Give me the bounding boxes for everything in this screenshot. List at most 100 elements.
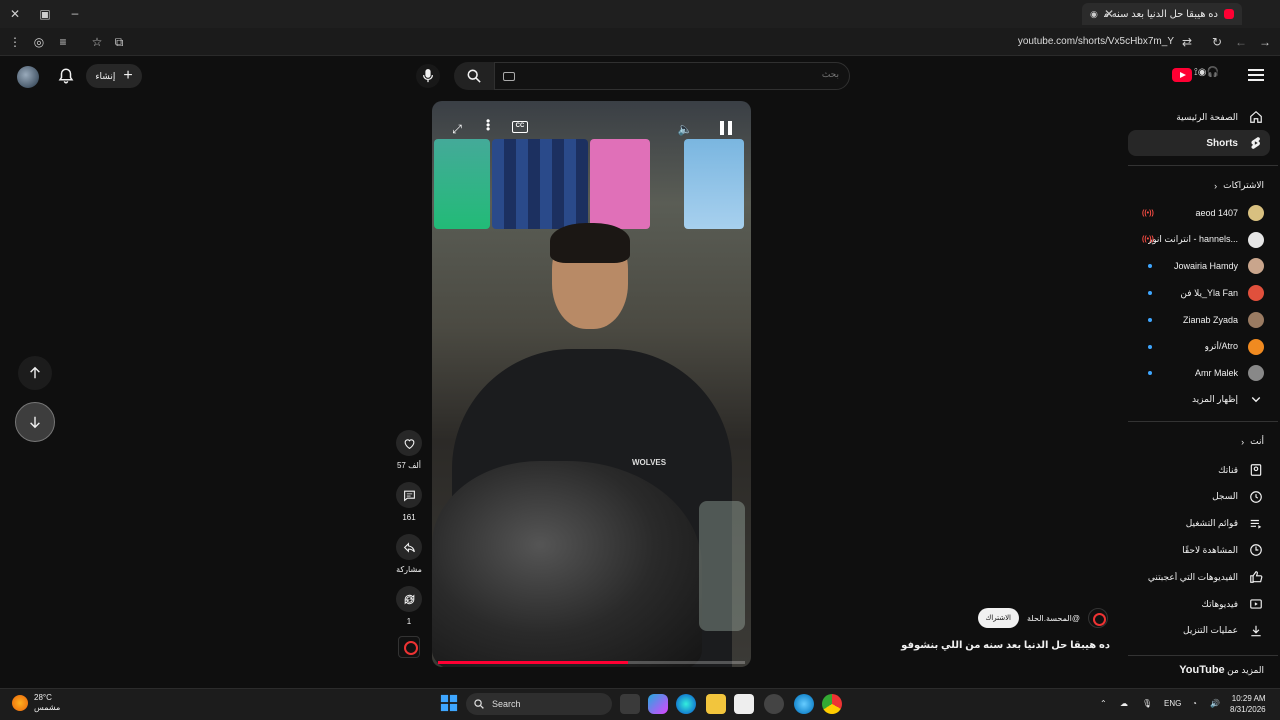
arrow-up-icon xyxy=(30,366,40,379)
captions-icon[interactable]: CC xyxy=(512,121,528,133)
sidebar-item-your-videos[interactable]: فيديوهاتك xyxy=(1128,591,1270,617)
heart-icon xyxy=(404,438,414,449)
browser-tab-bar: ✕ ▣ – + ده هيبقا حل الدنيا بعد سنه من ◉ … xyxy=(0,0,1280,28)
wifi-icon[interactable]: ◔ xyxy=(1192,699,1197,708)
channel-thumbnail[interactable] xyxy=(398,636,420,658)
store-icon[interactable] xyxy=(734,694,754,714)
search-input[interactable] xyxy=(539,69,839,79)
weather-description: مشمس xyxy=(34,703,61,712)
plus-icon: + xyxy=(123,67,133,84)
youtube-logo[interactable] xyxy=(1172,68,1192,82)
network-tray-icon[interactable]: ☁ xyxy=(1120,699,1128,708)
mic-tray-icon[interactable]: 🎙 xyxy=(1142,699,1152,708)
channel-handle[interactable]: @المحسة.الحلة xyxy=(1027,614,1080,623)
subscription-item[interactable]: Yla Fan_يلا فن xyxy=(1128,280,1270,306)
video-progress-bar[interactable] xyxy=(438,661,745,664)
profile-icon[interactable]: ◎ xyxy=(30,34,48,50)
subscription-name: Amr Malek xyxy=(1194,368,1238,379)
browser-menu-icon[interactable]: ⋮ xyxy=(6,34,24,50)
copilot-icon[interactable] xyxy=(648,694,668,714)
video-title[interactable]: ده هيبقا حل الدنيا بعد سنه من اللي بنشوف… xyxy=(900,640,1110,651)
url-text[interactable]: youtube.com/shorts/Vx5cHbx7m_Y xyxy=(1018,36,1174,47)
account-avatar[interactable] xyxy=(17,66,39,88)
subscription-item[interactable]: Jowairia Hamdy xyxy=(1128,253,1270,279)
close-tab-icon[interactable]: ✕ xyxy=(1100,6,1118,22)
file-explorer-icon[interactable] xyxy=(706,694,726,714)
you-header[interactable]: أنت ‹ xyxy=(1241,436,1264,447)
subscription-item[interactable]: ...hannels - انترانت انور ((•)) xyxy=(1128,227,1270,253)
weather-widget[interactable]: 28°C مشمس xyxy=(12,693,60,713)
keyboard-icon[interactable] xyxy=(503,72,515,81)
share-action[interactable]: مشاركة xyxy=(396,534,422,574)
subscribe-button[interactable]: الاشتراك xyxy=(977,608,1020,628)
remix-action[interactable]: 1 xyxy=(396,586,422,626)
chevron-left-icon: ‹ xyxy=(1214,180,1218,191)
notifications-bell-icon[interactable] xyxy=(57,67,75,85)
remix-count: 1 xyxy=(406,617,412,626)
like-count: 57 ألف xyxy=(396,461,422,470)
sidebar-item-channel[interactable]: قناتك xyxy=(1128,457,1270,483)
temperature: 28°C xyxy=(34,693,52,702)
like-action[interactable]: 57 ألف xyxy=(396,430,422,470)
install-app-icon[interactable]: ⧉ xyxy=(110,34,128,50)
progress-fill xyxy=(438,661,629,664)
live-indicator-icon: ((•)) xyxy=(1142,209,1154,217)
sidebar-item-watch-later[interactable]: المشاهدة لاحقًا xyxy=(1128,537,1270,563)
comment-button[interactable] xyxy=(396,482,422,508)
short-video-player[interactable]: WOLVES ⤢ • • • CC 🔈 xyxy=(432,101,751,667)
comment-action[interactable]: 161 xyxy=(396,482,422,522)
sidebar-item-home[interactable]: الصفحة الرئيسية xyxy=(1128,104,1270,130)
sidebar-item-shorts[interactable]: Shorts xyxy=(1128,130,1270,156)
subscription-item[interactable]: aeod 1407 ((•)) xyxy=(1128,200,1270,226)
previous-short-button[interactable] xyxy=(18,356,52,390)
telegram-icon[interactable] xyxy=(794,694,814,714)
minimize-window-icon[interactable]: – xyxy=(66,5,84,21)
system-clock[interactable]: 10:29 AM 8/31/2026 xyxy=(1230,693,1266,715)
sidebar-item-download[interactable]: عمليات التنزيل xyxy=(1128,618,1270,644)
start-windows-icon[interactable] xyxy=(440,694,460,714)
back-icon[interactable]: → xyxy=(1256,34,1274,50)
tab-audio-icon[interactable]: ◉ xyxy=(1090,9,1098,20)
search-button[interactable] xyxy=(454,62,494,90)
edge-icon[interactable] xyxy=(676,694,696,714)
create-button[interactable]: إنشاء + xyxy=(86,64,142,88)
tray-chevron-icon[interactable]: ⌃ xyxy=(1100,699,1107,708)
site-settings-icon[interactable]: ⇄ xyxy=(1178,34,1196,50)
liked-icon xyxy=(1248,569,1264,585)
subscription-item[interactable]: Atro/أترو xyxy=(1128,334,1270,360)
more-options-icon[interactable]: • • • xyxy=(486,115,490,135)
share-button[interactable] xyxy=(396,534,422,560)
chrome-icon[interactable] xyxy=(822,694,842,714)
voice-search-button[interactable] xyxy=(416,64,440,88)
show-more-button[interactable]: إظهار المزيد xyxy=(1128,386,1270,412)
remix-button[interactable] xyxy=(396,586,422,612)
reading-list-icon[interactable]: ≡ xyxy=(54,34,72,50)
pause-icon[interactable] xyxy=(720,121,732,135)
sidebar-item-playlists[interactable]: قوائم التشغيل xyxy=(1128,511,1270,537)
close-window-icon[interactable]: ✕ xyxy=(6,6,24,22)
subscription-item[interactable]: Zianab Zyada xyxy=(1128,307,1270,333)
settings-gear-icon[interactable] xyxy=(764,694,784,714)
next-short-button[interactable] xyxy=(15,402,55,442)
channel-avatar[interactable] xyxy=(1088,608,1108,628)
new-content-dot xyxy=(1148,317,1152,322)
like-button[interactable] xyxy=(396,430,422,456)
search-field[interactable] xyxy=(494,62,850,90)
sidebar-item-history[interactable]: السجل xyxy=(1128,484,1270,510)
subscriptions-header[interactable]: الاشتراكات ‹ xyxy=(1214,180,1264,191)
guide-menu-icon[interactable] xyxy=(1248,67,1264,83)
channel-icon xyxy=(1248,462,1264,478)
bookmark-star-icon[interactable]: ☆ xyxy=(88,34,106,50)
language-indicator[interactable]: ENG xyxy=(1164,699,1181,708)
task-view-icon[interactable] xyxy=(620,694,640,714)
fullscreen-icon[interactable]: ⤢ xyxy=(446,121,468,137)
reload-icon[interactable]: ↻ xyxy=(1208,34,1226,50)
speaker-icon[interactable]: 🔊 xyxy=(1210,699,1220,708)
sidebar-item-liked[interactable]: الفيديوهات التي أعجبتني xyxy=(1128,564,1270,590)
restore-window-icon[interactable]: ▣ xyxy=(36,6,54,22)
volume-icon[interactable]: 🔈 xyxy=(674,121,696,137)
taskbar-search[interactable]: Search xyxy=(466,693,612,715)
forward-icon[interactable]: ← xyxy=(1232,34,1250,50)
subscription-item[interactable]: Amr Malek xyxy=(1128,360,1270,386)
youtube-favicon-icon xyxy=(1224,9,1234,19)
